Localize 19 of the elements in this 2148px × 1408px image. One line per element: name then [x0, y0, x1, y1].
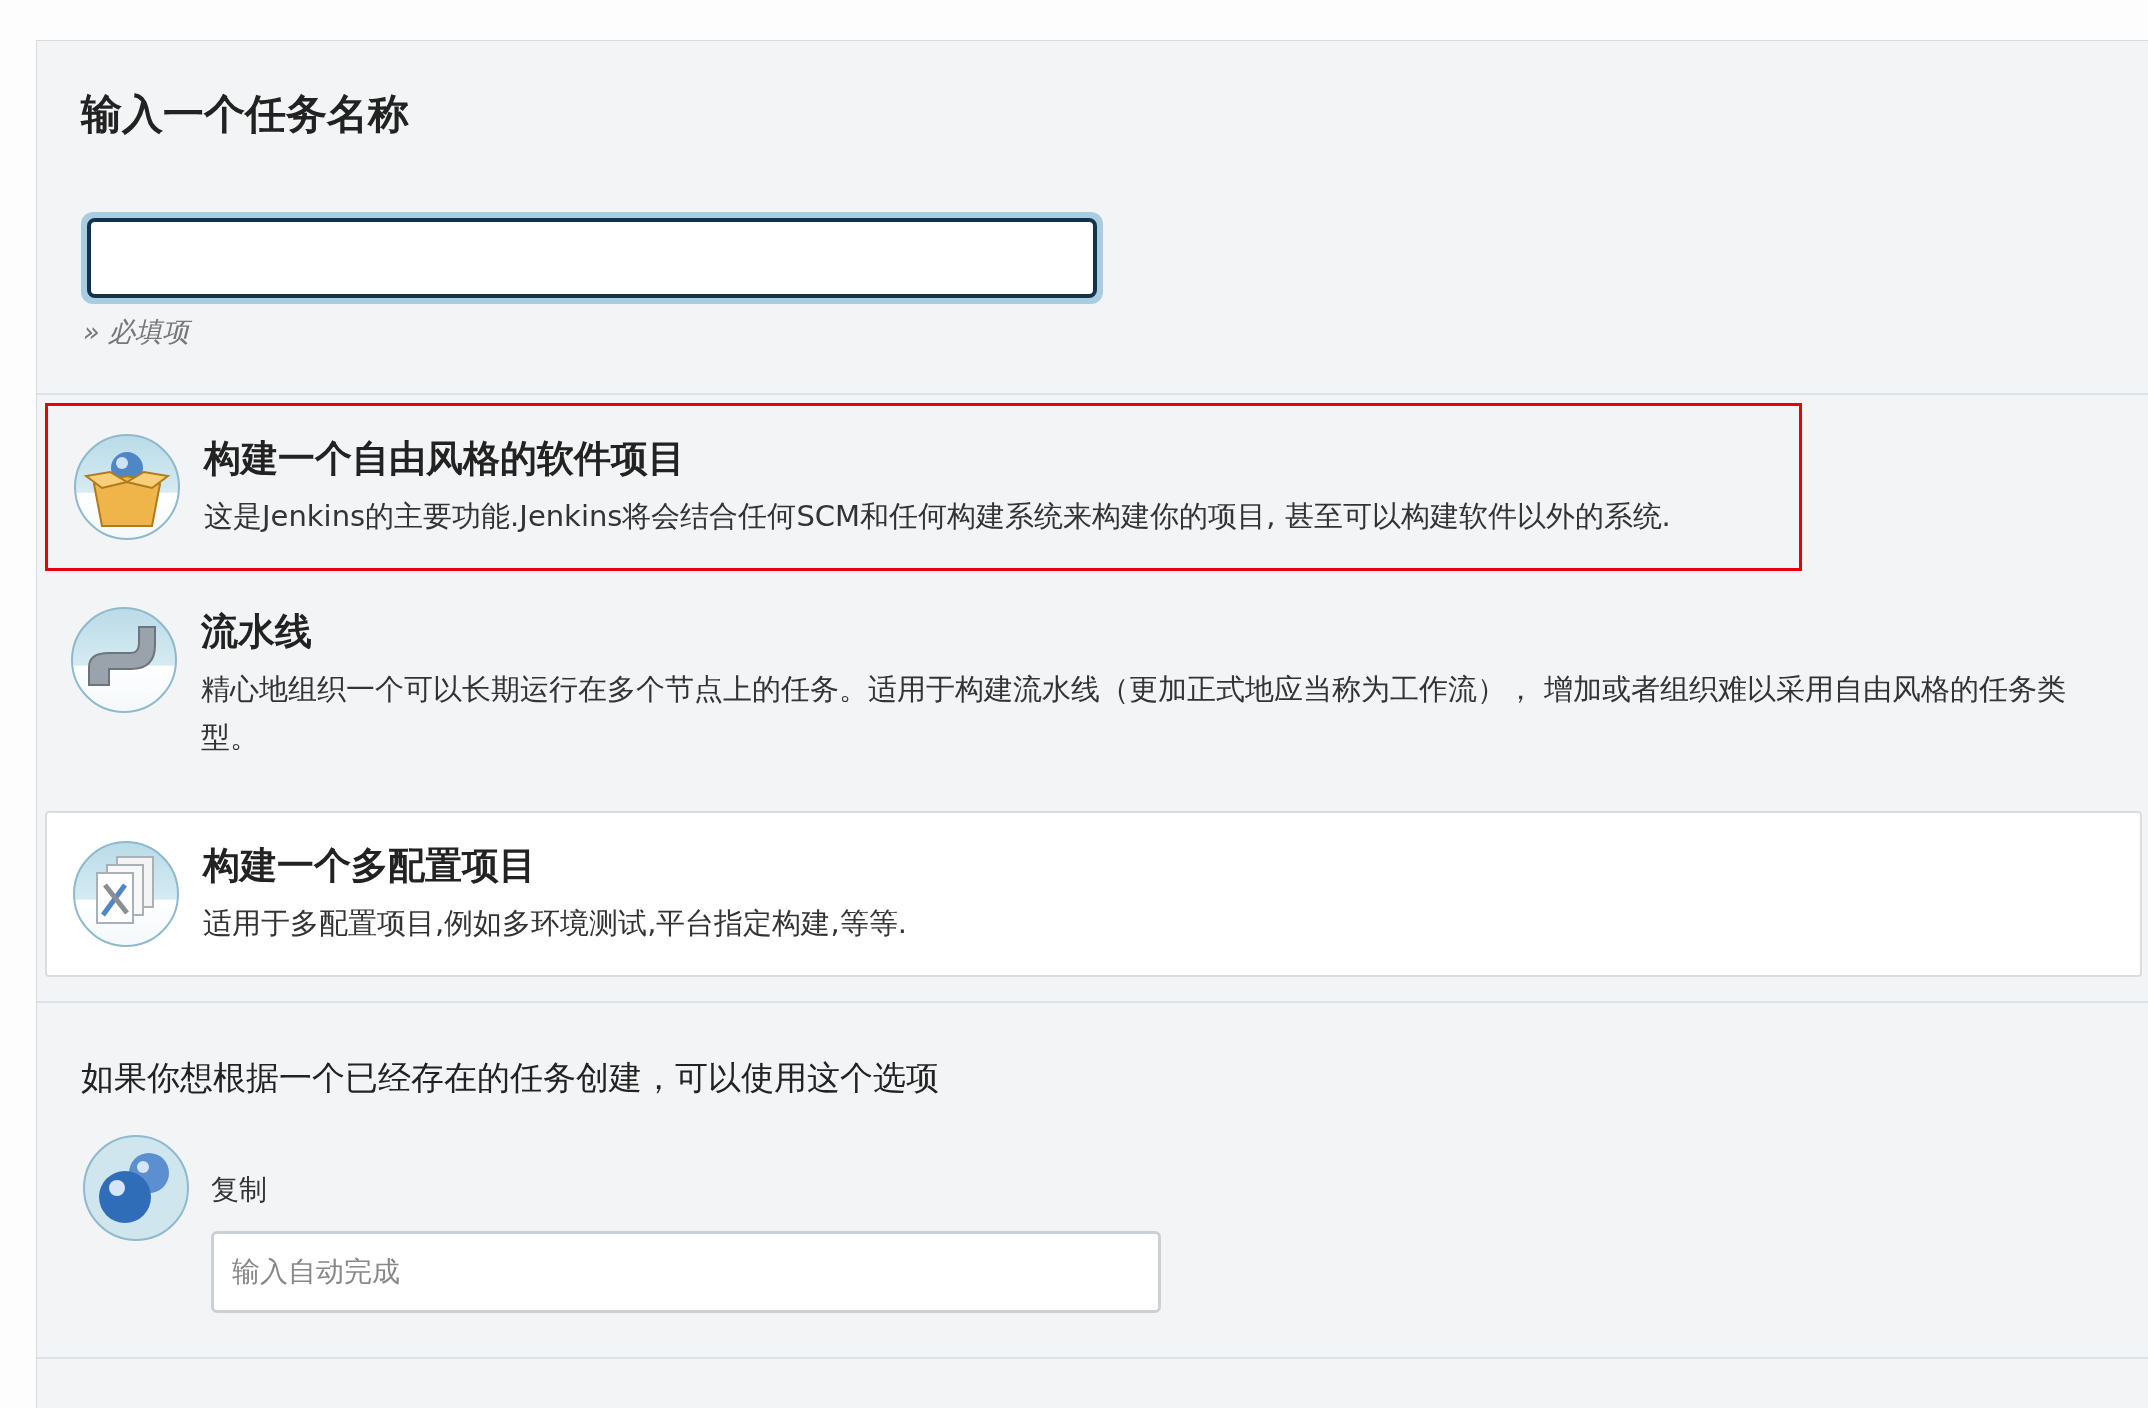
- documents-tools-icon: [71, 839, 181, 949]
- option-description: 适用于多配置项目,例如多环境测试,平台指定构建,等等.: [203, 905, 907, 943]
- required-hint: » 必填项: [83, 315, 193, 350]
- pipe-icon: [69, 604, 179, 715]
- copy-label: 复制: [211, 1171, 268, 1208]
- copy-from-input-field[interactable]: 输入自动完成: [211, 1230, 1161, 1313]
- item-type-option[interactable]: 构建一个自由风格的软件项目 这是Jenkins的主要功能.Jenkins将会结合任何SCM和任何构建系统来构建你的项目, 甚至可以构建软件以外的系统.: [45, 402, 1802, 571]
- option-title: 构建一个多配置项目: [203, 843, 537, 889]
- box-icon: [72, 431, 182, 542]
- spheres-icon: [81, 1132, 191, 1243]
- option-description: 精心地组织一个可以长期运行在多个节点上的任务。适用于构建流水线（更加正式地应当称为工作流）， 增加或者组织难以采用自由风格的任务类型。: [201, 671, 2068, 756]
- copy-intro-text: 如果你想根据一个已经存在的任务创建，可以使用这个选项: [81, 1057, 940, 1099]
- option-title: 构建一个自由风格的软件项目: [204, 435, 686, 482]
- item-type-option[interactable]: 构建一个多配置项目 适用于多配置项目,例如多环境测试,平台指定构建,等等.: [45, 811, 2142, 977]
- option-title: 流水线: [201, 608, 313, 655]
- name-input-field[interactable]: [87, 218, 1097, 299]
- section-title: 输入一个任务名称: [81, 89, 410, 140]
- item-type-option[interactable]: 流水线 精心地组织一个可以长期运行在多个节点上的任务。适用于构建流水线（更加正式地应当称为工作流）， 增加或者组织难以采用自由风格的任务类型。: [45, 578, 2142, 787]
- option-description: 这是Jenkins的主要功能.Jenkins将会结合任何SCM和任何构建系统来构建你的项目, 甚至可以构建软件以外的系统.: [204, 498, 1671, 535]
